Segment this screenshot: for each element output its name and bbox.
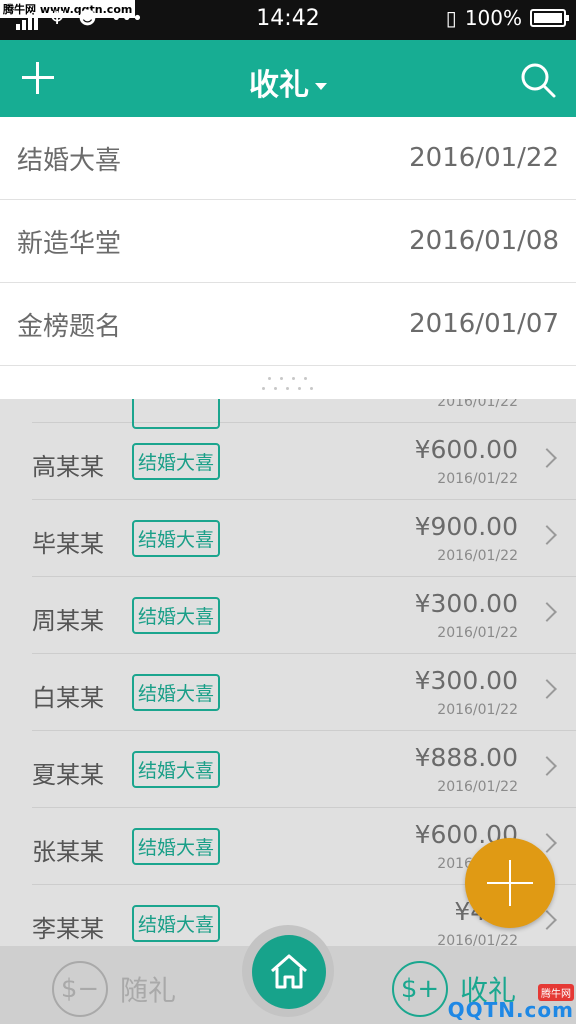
- record-date: 2016/01/22: [437, 471, 518, 487]
- title-dropdown[interactable]: 收礼: [0, 60, 576, 104]
- logo-text: QQTN.com: [447, 998, 574, 1022]
- giver-name: 张某某: [32, 838, 104, 866]
- drag-handle[interactable]: [262, 375, 314, 395]
- gift-amount: ¥300.00: [414, 666, 518, 695]
- event-tag: 结婚大喜: [132, 751, 221, 788]
- vibrate-icon: ▯: [445, 6, 457, 30]
- dropdown-item[interactable]: 金榜题名 2016/01/07: [0, 283, 576, 366]
- giver-name: 毕某某: [32, 530, 104, 558]
- home-button[interactable]: [252, 935, 326, 1009]
- chevron-right-icon: [537, 679, 557, 699]
- dropdown-item[interactable]: 新造华堂 2016/01/08: [0, 200, 576, 283]
- event-tag: 结婚大喜: [132, 443, 221, 480]
- app-bar: 收礼: [0, 40, 576, 117]
- list-item[interactable]: 结婚大喜 2016/01/22: [32, 399, 576, 429]
- battery-icon: [530, 9, 569, 27]
- giver-name: 高某某: [32, 453, 104, 481]
- record-date: 2016/01/22: [437, 933, 518, 946]
- record-date: 2016/01/22: [437, 625, 518, 641]
- event-name: 结婚大喜: [17, 145, 122, 176]
- event-date: 2016/01/22: [409, 143, 559, 173]
- event-tag: 结婚大喜: [132, 828, 221, 865]
- event-tag: 结婚大喜: [132, 597, 221, 634]
- chevron-right-icon: [537, 525, 557, 545]
- dropdown-item[interactable]: 结婚大喜 2016/01/22: [0, 117, 576, 200]
- giver-name: 夏某某: [32, 761, 104, 789]
- gift-amount: ¥300.00: [414, 589, 518, 618]
- list-item[interactable]: 白某某 结婚大喜 ¥300.00 2016/01/22: [32, 654, 576, 731]
- caret-down-icon: [315, 83, 327, 90]
- list-item[interactable]: 高某某 结婚大喜 ¥600.00 2016/01/22: [32, 423, 576, 500]
- gift-amount: ¥900.00: [414, 512, 518, 541]
- event-date: 2016/01/07: [409, 309, 559, 339]
- page-title: 收礼: [249, 68, 309, 103]
- event-dropdown: 结婚大喜 2016/01/22 新造华堂 2016/01/08 金榜题名 201…: [0, 117, 576, 399]
- event-name: 金榜题名: [17, 311, 122, 342]
- gift-amount: ¥600.00: [414, 435, 518, 464]
- coin-minus-icon: $−: [52, 961, 108, 1017]
- event-tag: 结婚大喜: [132, 905, 221, 942]
- event-tag: 结婚大喜: [132, 520, 221, 557]
- record-date: 2016/01/22: [437, 779, 518, 795]
- event-date: 2016/01/08: [409, 226, 559, 256]
- chevron-right-icon: [537, 756, 557, 776]
- record-date: 2016/01/22: [437, 399, 518, 410]
- giver-name: 周某某: [32, 607, 104, 635]
- record-date: 2016/01/22: [437, 702, 518, 718]
- battery-percent: 100%: [464, 6, 522, 30]
- giver-name: 李某某: [32, 915, 104, 943]
- home-icon: [271, 954, 307, 989]
- event-tag: 结婚大喜: [132, 674, 221, 711]
- list-item[interactable]: 毕某某 结婚大喜 ¥900.00 2016/01/22: [32, 500, 576, 577]
- gift-amount: ¥888.00: [414, 743, 518, 772]
- tab-give[interactable]: $− 随礼: [52, 961, 176, 1017]
- search-icon[interactable]: [518, 60, 558, 100]
- add-record-fab[interactable]: [465, 838, 555, 928]
- site-logo: 腾牛网 QQTN.com: [434, 984, 574, 1022]
- list-item[interactable]: 夏某某 结婚大喜 ¥888.00 2016/01/22: [32, 731, 576, 808]
- chevron-right-icon: [537, 602, 557, 622]
- chevron-right-icon: [537, 448, 557, 468]
- giver-name: 白某某: [32, 684, 104, 712]
- list-item[interactable]: 周某某 结婚大喜 ¥300.00 2016/01/22: [32, 577, 576, 654]
- tab-give-label: 随礼: [120, 974, 177, 1007]
- event-name: 新造华堂: [17, 228, 122, 259]
- record-date: 2016/01/22: [437, 548, 518, 564]
- status-bar: 腾牛网 www.qqtn.com Ψ ☻ ••• 14:42 ▯ 100%: [0, 0, 576, 40]
